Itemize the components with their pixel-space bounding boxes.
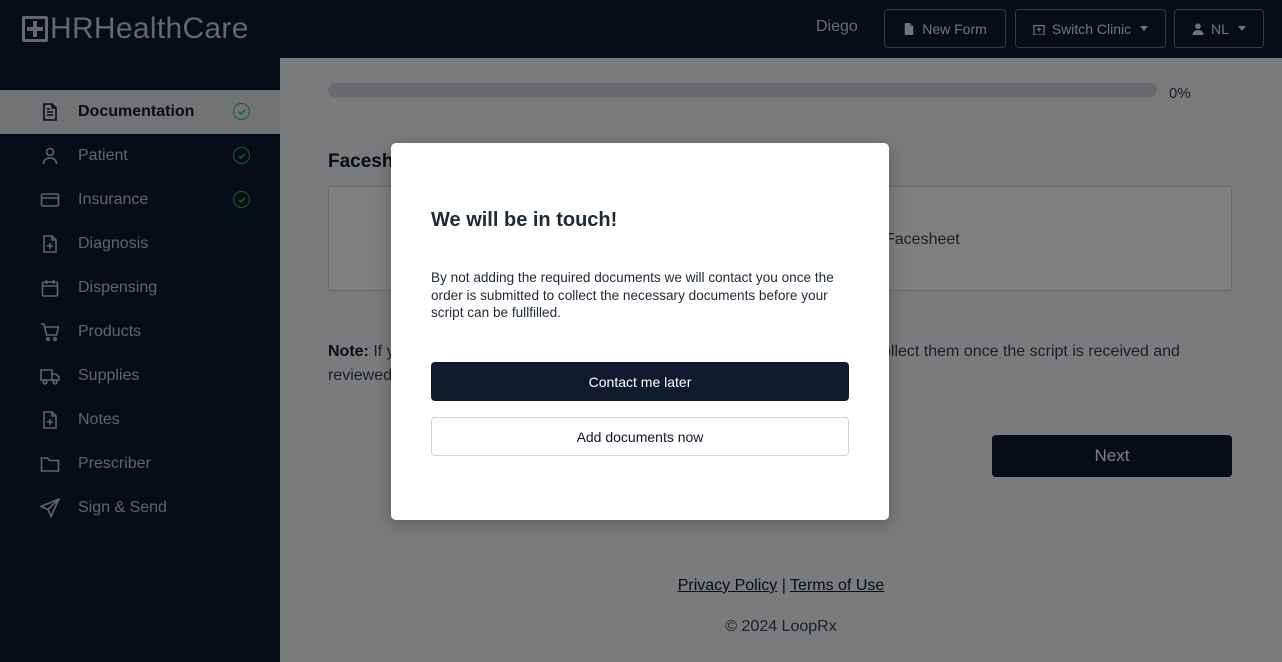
- add-documents-now-button[interactable]: Add documents now: [431, 417, 849, 456]
- modal-title: We will be in touch!: [431, 209, 618, 231]
- contact-later-modal: We will be in touch! By not adding the r…: [391, 143, 889, 520]
- modal-body: By not adding the required documents we …: [431, 270, 834, 320]
- contact-me-later-button[interactable]: Contact me later: [431, 362, 849, 401]
